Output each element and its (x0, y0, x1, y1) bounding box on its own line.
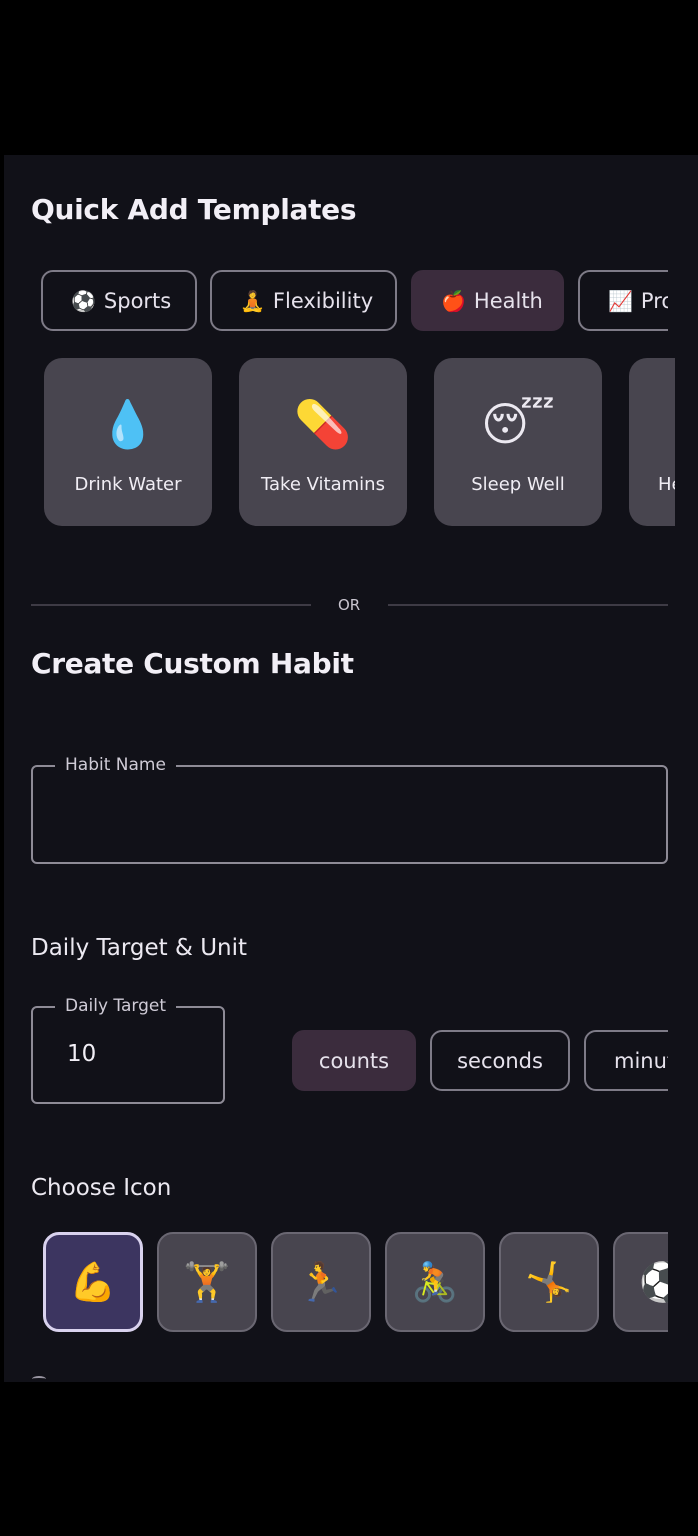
unit-chip-minutes[interactable]: minutes (584, 1030, 668, 1091)
template-card-drink-water[interactable]: 💧 Drink Water (44, 358, 212, 526)
add-habit-sheet: Quick Add Templates ⚽ Sports 🧘 Flexibili… (4, 155, 698, 1382)
chip-flexibility[interactable]: 🧘 Flexibility (210, 270, 397, 331)
template-label: Sleep Well (471, 474, 565, 495)
or-label: OR (338, 596, 361, 614)
template-label: Drink Water (74, 474, 182, 495)
template-card-row: 💧 Drink Water 💊 Take Vitamins 😴 Sleep We… (44, 358, 675, 526)
create-custom-title: Create Custom Habit (31, 647, 354, 680)
weightlifter-icon[interactable]: 🏋️ (157, 1232, 257, 1332)
chip-productivity[interactable]: 📈 Productivity (578, 270, 668, 331)
chip-health[interactable]: 🍎 Health (411, 270, 564, 331)
droplet-icon: 💧 (99, 397, 157, 451)
chip-label: Health (473, 288, 543, 313)
divider-left (31, 604, 311, 606)
template-card-sleep-well[interactable]: 😴 Sleep Well (434, 358, 602, 526)
chip-label: Productivity (640, 288, 668, 313)
chart-increasing-icon: 📈 (608, 288, 633, 313)
next-section-peek (32, 1376, 46, 1382)
soccer-ball-icon: ⚽ (71, 288, 96, 313)
cyclist-icon[interactable]: 🚴 (385, 1232, 485, 1332)
choose-icon-title: Choose Icon (31, 1175, 172, 1201)
flexed-biceps-icon[interactable]: 💪 (43, 1232, 143, 1332)
quick-add-title: Quick Add Templates (31, 193, 357, 226)
habit-name-label: Habit Name (55, 755, 176, 775)
unit-chip-seconds[interactable]: seconds (430, 1030, 570, 1091)
daily-target-field[interactable]: Daily Target 10 (31, 996, 225, 1104)
template-label: He (658, 474, 675, 495)
daily-target-label: Daily Target (55, 996, 177, 1016)
runner-icon[interactable]: 🏃 (271, 1232, 371, 1332)
icon-picker-row: 💪 🏋️ 🏃 🚴 🤸 ⚽ (43, 1230, 668, 1334)
chip-sports[interactable]: ⚽ Sports (41, 270, 197, 331)
apple-icon: 🍎 (441, 288, 466, 313)
category-chip-row: ⚽ Sports 🧘 Flexibility 🍎 Health 📈 Produc… (41, 270, 668, 331)
template-card-take-vitamins[interactable]: 💊 Take Vitamins (239, 358, 407, 526)
sleeping-face-icon: 😴 (481, 397, 555, 451)
cartwheel-icon[interactable]: 🤸 (499, 1232, 599, 1332)
meditation-icon: 🧘 (240, 288, 265, 313)
daily-target-section-title: Daily Target & Unit (31, 935, 248, 961)
habit-name-field[interactable]: Habit Name (31, 755, 668, 864)
unit-chip-counts[interactable]: counts (292, 1030, 416, 1091)
daily-target-value: 10 (67, 1041, 97, 1067)
chip-label: Flexibility (272, 288, 374, 313)
soccer-ball-icon[interactable]: ⚽ (613, 1232, 668, 1332)
template-card-partial[interactable]: He (629, 358, 675, 526)
chip-label: Sports (103, 288, 172, 313)
pill-icon: 💊 (294, 397, 352, 451)
template-label: Take Vitamins (261, 474, 385, 495)
divider-right (388, 604, 668, 606)
unit-chip-row: counts seconds minutes (292, 1030, 668, 1092)
